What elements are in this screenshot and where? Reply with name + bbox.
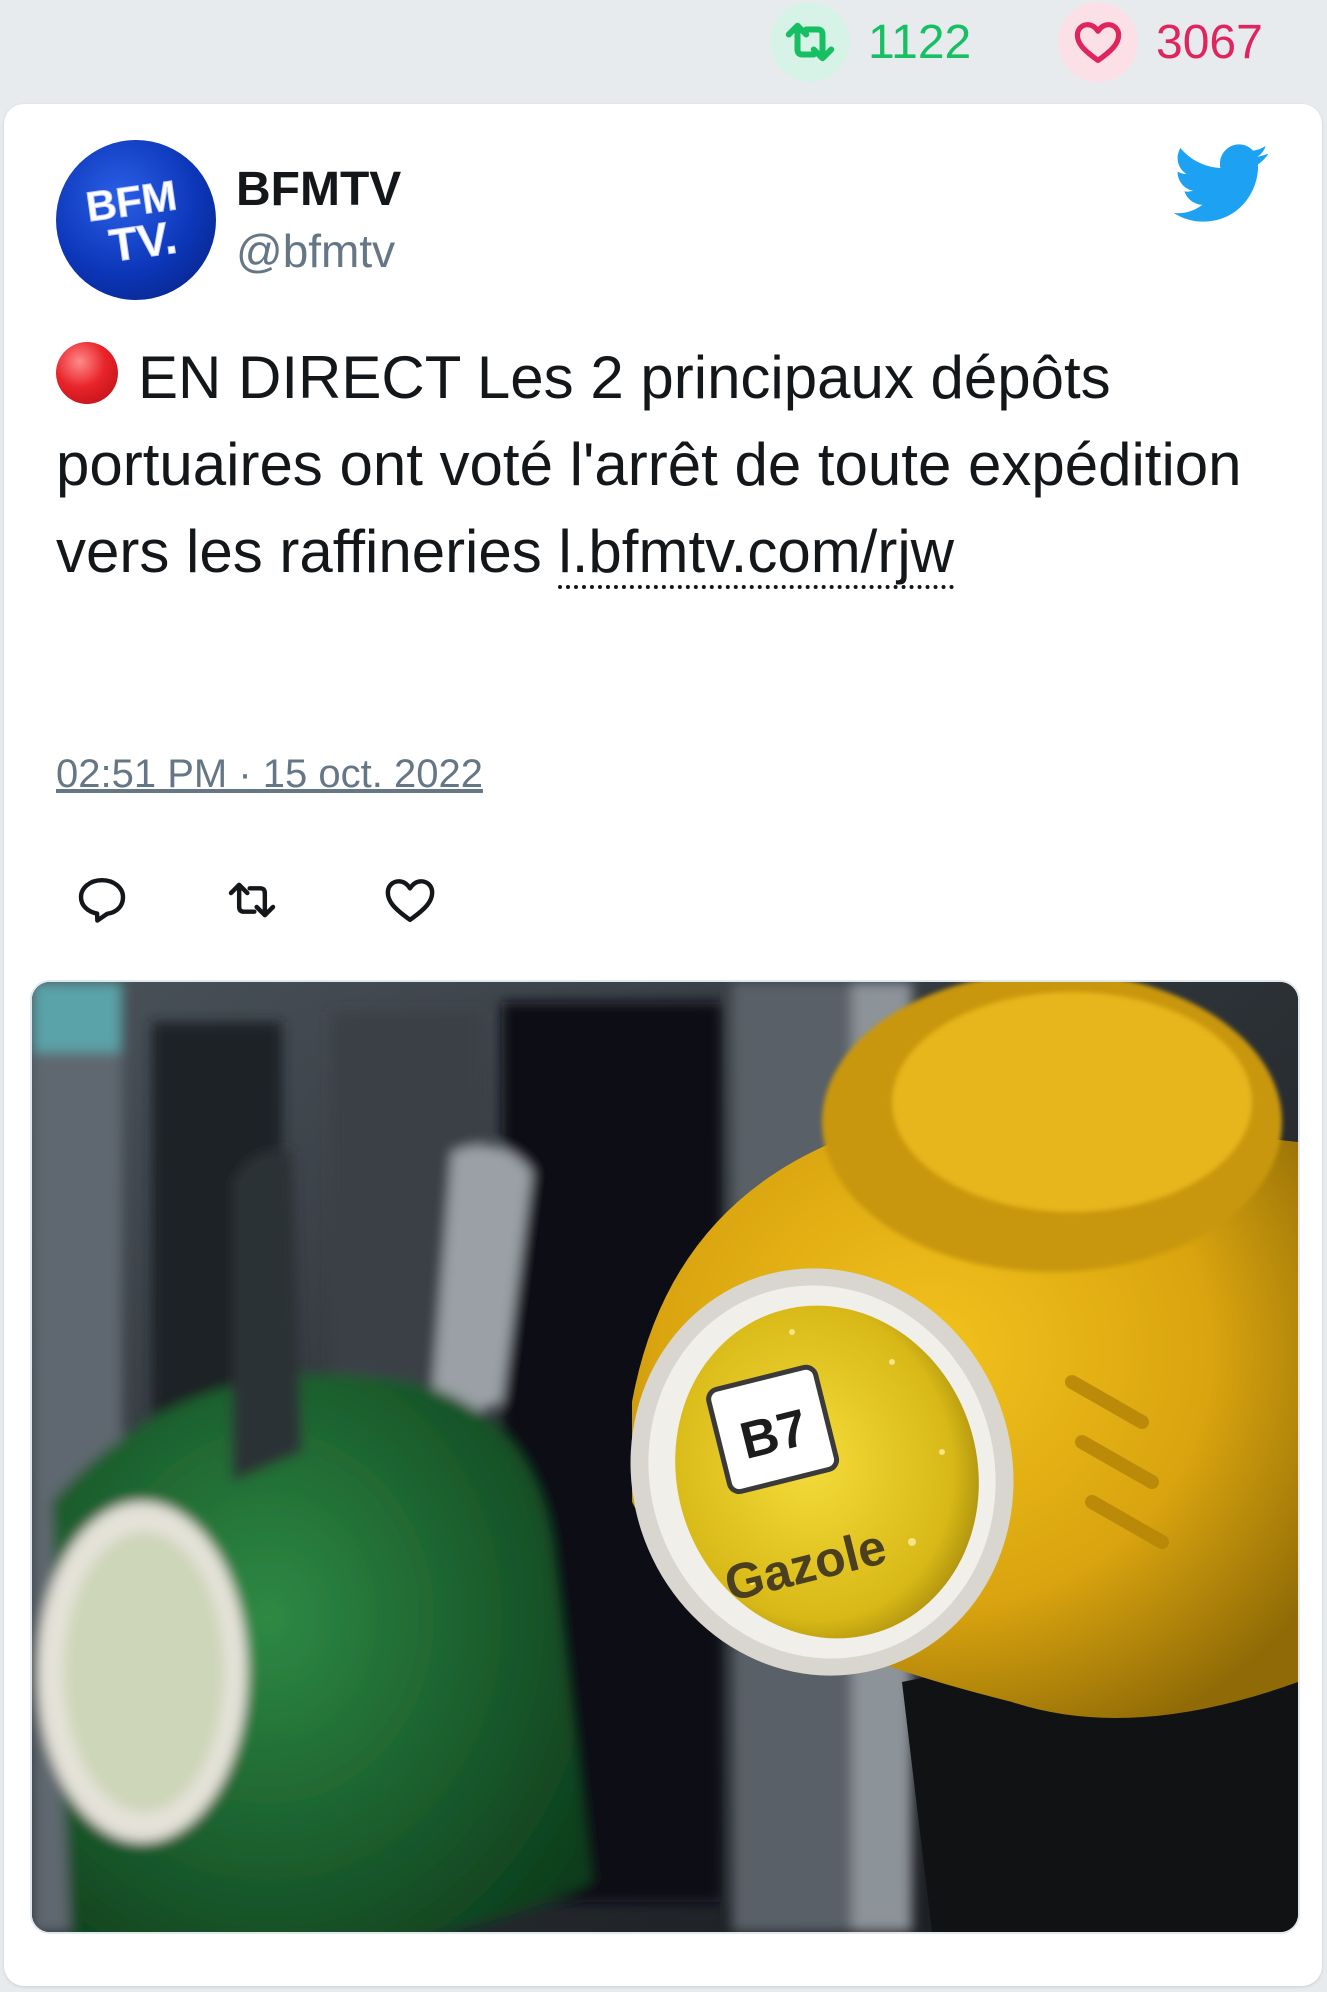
- red-circle-icon: [56, 342, 118, 404]
- retweet-icon[interactable]: [770, 2, 850, 82]
- tweet-photo[interactable]: B7 Gazole: [30, 980, 1300, 1934]
- retweet-count: 1122: [868, 15, 972, 69]
- heart-icon[interactable]: [1058, 2, 1138, 82]
- svg-text:TV.: TV.: [106, 211, 180, 272]
- retweet-stat[interactable]: 1122: [770, 0, 971, 84]
- tweet-link[interactable]: l.bfmtv.com/rjw: [558, 518, 954, 589]
- fuel-nozzles-image: B7 Gazole: [32, 982, 1298, 1932]
- retweet-button[interactable]: [222, 872, 282, 933]
- reply-button[interactable]: [74, 872, 130, 933]
- like-button[interactable]: [382, 872, 438, 933]
- timestamp[interactable]: 02:51 PM · 15 oct. 2022: [56, 752, 483, 797]
- like-count: 3067: [1156, 15, 1263, 69]
- engagement-stats: 1122 3067: [0, 0, 1327, 100]
- bfmtv-logo: BFM TV.: [82, 171, 180, 272]
- reply-icon: [78, 877, 126, 923]
- like-stat[interactable]: 3067: [1058, 0, 1263, 84]
- author-handle[interactable]: @bfmtv: [236, 224, 395, 278]
- heart-icon: [385, 879, 435, 923]
- retweet-icon: [228, 882, 276, 918]
- author-name[interactable]: BFMTV: [236, 162, 401, 217]
- tweet-card: BFM TV. BFMTV @bfmtv EN DIRECT Les 2 pri…: [4, 104, 1322, 1986]
- twitter-bird-icon[interactable]: [1173, 144, 1270, 229]
- tweet-text: EN DIRECT Les 2 principaux dépôts portua…: [56, 334, 1286, 595]
- avatar[interactable]: BFM TV.: [56, 140, 216, 300]
